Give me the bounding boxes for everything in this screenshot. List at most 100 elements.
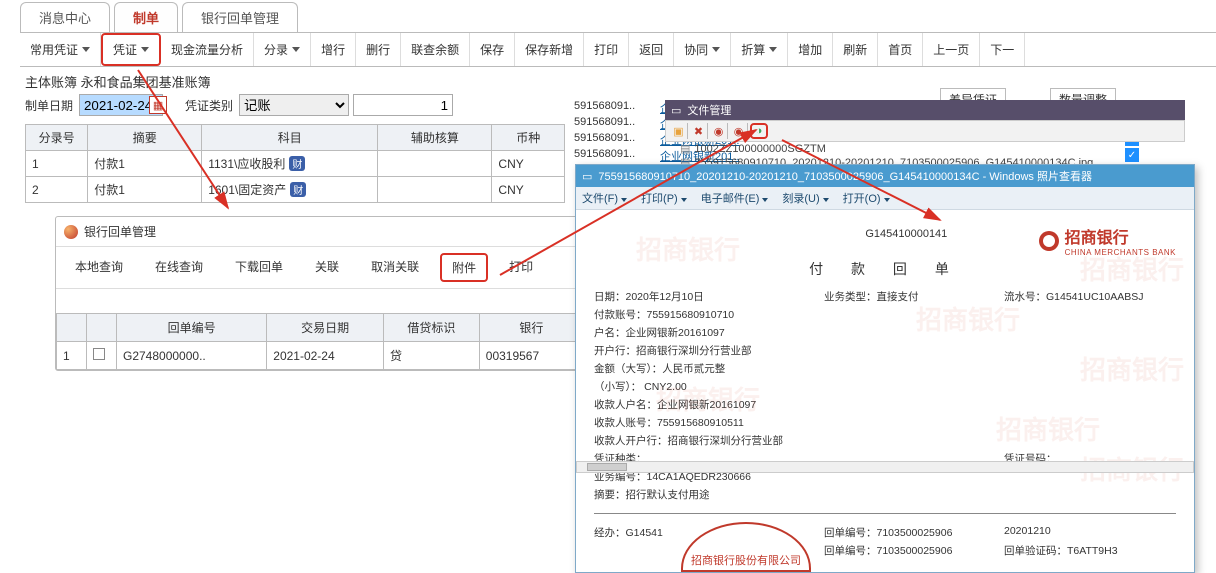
table-row[interactable]: 1 G2748000000.. 2021-02-24 贷 00319567 bbox=[57, 342, 584, 370]
preview-icon[interactable]: ◑ bbox=[750, 123, 768, 139]
chevron-down-icon bbox=[82, 47, 90, 52]
window-title: 文件管理 bbox=[687, 102, 731, 118]
folder-icon[interactable]: ▣ bbox=[670, 123, 688, 139]
entry-table: 分录号 摘要 科目 辅助核算 币种 1 付款1 1131\应收股利财 CNY 2… bbox=[25, 124, 565, 203]
chevron-down-icon bbox=[769, 47, 777, 52]
voucher-type-select[interactable]: 记账 bbox=[239, 94, 349, 116]
receipt-no: G145410000141 bbox=[865, 228, 947, 240]
toolbar-voucher[interactable]: 凭证 bbox=[101, 33, 161, 66]
toolbar-add2[interactable]: 增加 bbox=[788, 33, 833, 66]
cell-subject: 1131\应收股利财 bbox=[202, 151, 378, 177]
cell-no: 1 bbox=[26, 151, 88, 177]
btn-unlink[interactable]: 取消关联 bbox=[360, 253, 430, 282]
tab-message-center[interactable]: 消息中心 bbox=[20, 2, 110, 32]
calendar-icon[interactable]: ▦ bbox=[149, 96, 167, 114]
col-summary[interactable]: 摘要 bbox=[88, 125, 202, 151]
tab-make-voucher[interactable]: 制单 bbox=[114, 2, 178, 32]
toolbar-next[interactable]: 下一 bbox=[980, 33, 1025, 66]
cell-summary: 付款1 bbox=[88, 177, 202, 203]
col-currency[interactable]: 币种 bbox=[492, 125, 565, 151]
col-bank[interactable]: 银行 bbox=[479, 314, 583, 342]
save-icon[interactable]: ◉ bbox=[710, 123, 728, 139]
viewer-titlebar[interactable]: ▭ 755915680910710_20201210-20201210_7103… bbox=[576, 165, 1194, 187]
bank-name: 招商银行 bbox=[1065, 224, 1176, 248]
panel-title: 银行回单管理 bbox=[84, 223, 156, 240]
field-payer-acct: 付款账号：755915680910710 bbox=[594, 307, 1176, 322]
delete-icon[interactable]: ✖ bbox=[690, 123, 708, 139]
btn-print[interactable]: 打印 bbox=[498, 253, 544, 282]
toolbar-discount[interactable]: 折算 bbox=[731, 33, 788, 66]
horizontal-scrollbar[interactable] bbox=[576, 461, 1194, 473]
field-memo: 摘要：招行默认支付用途 bbox=[594, 487, 1176, 502]
window-icon: ▭ bbox=[582, 170, 592, 183]
date-label: 制单日期 bbox=[25, 97, 73, 114]
type-label: 凭证类别 bbox=[185, 97, 233, 114]
menu-email[interactable]: 电子邮件(E) bbox=[701, 190, 769, 206]
toolbar-coop[interactable]: 协同 bbox=[674, 33, 731, 66]
cell-currency: CNY bbox=[492, 177, 565, 203]
checkbox-checked[interactable]: ✓ bbox=[1125, 148, 1139, 162]
chevron-down-icon bbox=[681, 198, 687, 202]
toolbar-add-row[interactable]: 增行 bbox=[311, 33, 356, 66]
toolbar-refresh[interactable]: 刷新 bbox=[833, 33, 878, 66]
col-dc[interactable]: 借贷标识 bbox=[384, 314, 480, 342]
col-subject[interactable]: 科目 bbox=[202, 125, 378, 151]
cell-dc: 贷 bbox=[384, 342, 480, 370]
toolbar-common-voucher[interactable]: 常用凭证 bbox=[20, 33, 101, 66]
tag-icon: 财 bbox=[290, 182, 306, 197]
btn-local-query[interactable]: 本地查询 bbox=[64, 253, 134, 282]
menu-open[interactable]: 打开(O) bbox=[843, 190, 890, 206]
bank-receipt-panel: 银行回单管理 本地查询 在线查询 下载回单 关联 取消关联 附件 打印 回单编号… bbox=[55, 216, 585, 371]
field-payee-name: 收款人户名：企业网银新20161097 bbox=[594, 397, 1176, 412]
toolbar-save-new[interactable]: 保存新增 bbox=[515, 33, 584, 66]
window-icon: ▭ bbox=[671, 104, 681, 117]
toolbar-back[interactable]: 返回 bbox=[629, 33, 674, 66]
table-row[interactable]: 2 付款1 1601\固定资产财 CNY bbox=[26, 177, 565, 203]
java-icon bbox=[64, 225, 78, 239]
chevron-down-icon bbox=[292, 47, 300, 52]
checkbox[interactable] bbox=[93, 348, 105, 360]
chevron-down-icon bbox=[762, 198, 768, 202]
toolbar-home[interactable]: 首页 bbox=[878, 33, 923, 66]
tool-icon[interactable]: ◉ bbox=[730, 123, 748, 139]
field-amount-upper: 金额（大写）：人民币贰元整 bbox=[594, 361, 1176, 376]
btn-link[interactable]: 关联 bbox=[304, 253, 350, 282]
menu-file[interactable]: 文件(F) bbox=[582, 190, 627, 206]
field-payer-name: 户名：企业网银新20161097 bbox=[594, 325, 1176, 340]
menu-print[interactable]: 打印(P) bbox=[641, 190, 687, 206]
file-item[interactable]: ▤1002ZZ100000000SGZTM bbox=[680, 142, 826, 155]
toolbar-prev[interactable]: 上一页 bbox=[923, 33, 980, 66]
col-trade-date[interactable]: 交易日期 bbox=[267, 314, 384, 342]
col-aux[interactable]: 辅助核算 bbox=[378, 125, 492, 151]
chevron-down-icon bbox=[712, 47, 720, 52]
field-amount-lower: （小写）： CNY2.00 bbox=[594, 379, 1176, 394]
file-icon: ▤ bbox=[680, 143, 690, 155]
field-slip-no: 回单编号：7103500025906 bbox=[824, 525, 994, 540]
window-title: 755915680910710_20201210-20201210_710350… bbox=[598, 168, 1092, 184]
receipt-image: 招商银行 招商银行 招商银行 招商银行 招商银行 招商银行 招商银行 G1454… bbox=[576, 210, 1194, 572]
field-payer-open: 开户行：招商银行深圳分行营业部 bbox=[594, 343, 1176, 358]
file-manager-titlebar[interactable]: ▭ 文件管理 bbox=[665, 100, 1185, 120]
toolbar-save[interactable]: 保存 bbox=[470, 33, 515, 66]
toolbar-print[interactable]: 打印 bbox=[584, 33, 629, 66]
top-tabs: 消息中心 制单 银行回单管理 bbox=[20, 2, 302, 32]
col-receipt-no[interactable]: 回单编号 bbox=[117, 314, 267, 342]
tab-bank-receipt[interactable]: 银行回单管理 bbox=[182, 2, 298, 32]
chevron-down-icon bbox=[141, 47, 149, 52]
cmb-logo-icon bbox=[1039, 231, 1059, 251]
btn-attachment[interactable]: 附件 bbox=[440, 253, 488, 282]
scrollbar-thumb[interactable] bbox=[587, 463, 627, 471]
menu-burn[interactable]: 刻录(U) bbox=[782, 190, 828, 206]
table-row[interactable]: 1 付款1 1131\应收股利财 CNY bbox=[26, 151, 565, 177]
toolbar-balance[interactable]: 联查余额 bbox=[401, 33, 470, 66]
voucher-seq-input[interactable] bbox=[353, 94, 453, 116]
col-entry-no[interactable]: 分录号 bbox=[26, 125, 88, 151]
toolbar-cashflow[interactable]: 现金流量分析 bbox=[161, 33, 254, 66]
cell-idx: 1 bbox=[57, 342, 87, 370]
toolbar-entry[interactable]: 分录 bbox=[254, 33, 311, 66]
btn-online-query[interactable]: 在线查询 bbox=[144, 253, 214, 282]
btn-download[interactable]: 下载回单 bbox=[224, 253, 294, 282]
toolbar-del-row[interactable]: 删行 bbox=[356, 33, 401, 66]
field-payee-acct: 收款人账号：755915680910511 bbox=[594, 415, 1176, 430]
viewer-menubar: 文件(F) 打印(P) 电子邮件(E) 刻录(U) 打开(O) bbox=[576, 187, 1194, 210]
